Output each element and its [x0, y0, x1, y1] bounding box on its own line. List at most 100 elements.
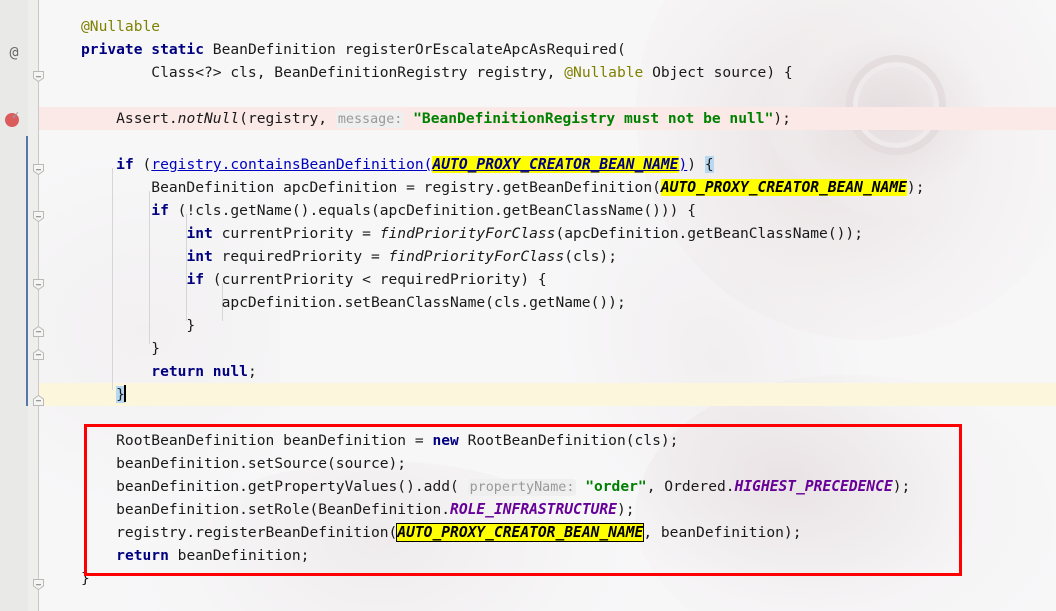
code-token: message:: [335, 111, 405, 128]
code-token: beanDefinition.getPropertyValues().add(: [81, 478, 468, 495]
code-token: );: [906, 179, 925, 196]
code-token: findPriorityForClass: [379, 225, 556, 242]
code-token: (cls);: [564, 248, 617, 265]
code-token: (currentPriority < requiredPriority) {: [204, 271, 547, 288]
code-token: , Ordered.: [646, 478, 735, 495]
fold-marker-icon[interactable]: [32, 325, 45, 338]
code-token: ROLE_INFRASTRUCTURE: [450, 501, 617, 518]
code-token: private static: [81, 41, 205, 58]
code-line[interactable]: int currentPriority = findPriorityForCla…: [0, 222, 863, 245]
code-token: ): [687, 156, 705, 173]
code-line[interactable]: RootBeanDefinition beanDefinition = new …: [0, 429, 678, 452]
code-token: return: [116, 547, 169, 564]
code-token: @Nullable: [564, 64, 644, 81]
code-block-marker: [26, 136, 28, 406]
fold-marker-icon[interactable]: [32, 70, 45, 83]
editor-surface[interactable]: @ ✓ @Nullable private static BeanDefiniti…: [0, 0, 1056, 611]
breakpoint-check-icon: ✓: [11, 109, 21, 122]
code-line[interactable]: beanDefinition.setRole(BeanDefinition.RO…: [0, 498, 635, 521]
code-token: RootBeanDefinition(cls);: [458, 432, 679, 449]
code-token: }: [81, 317, 196, 334]
code-token: beanDefinition;: [168, 547, 310, 564]
code-token: return null: [151, 363, 248, 380]
caret-line-highlight: [39, 383, 1056, 406]
code-token: );: [616, 501, 635, 518]
code-token: AUTO_PROXY_CREATOR_BEAN_NAME: [396, 523, 645, 542]
code-token: @Nullable: [81, 18, 161, 35]
code-token: BeanDefinition registerOrEscalateApcAsRe…: [204, 41, 626, 58]
code-token: (apcDefinition.getBeanClassName());: [555, 225, 863, 242]
text-caret: [123, 385, 126, 402]
code-token: BeanDefinition apcDefinition = registry.…: [81, 179, 661, 196]
fold-marker-icon[interactable]: [32, 578, 45, 591]
code-token: propertyName:: [467, 479, 577, 496]
code-line[interactable]: return null;: [0, 360, 257, 383]
code-token: beanDefinition.setSource(source);: [81, 455, 407, 472]
code-token: notNull: [177, 110, 240, 127]
code-token: (registry,: [239, 110, 336, 127]
code-line[interactable]: [0, 130, 81, 153]
code-token: registry.containsBeanDefinition(: [151, 156, 433, 173]
annotation-marker-icon[interactable]: @: [5, 43, 23, 61]
code-token: findPriorityForClass: [388, 248, 565, 265]
code-line[interactable]: if (registry.containsBeanDefinition(AUTO…: [0, 153, 714, 176]
code-line[interactable]: registry.registerBeanDefinition(AUTO_PRO…: [0, 521, 801, 544]
code-token: RootBeanDefinition beanDefinition =: [81, 432, 433, 449]
code-token: Assert.: [81, 110, 178, 127]
code-token: }: [81, 570, 90, 587]
fold-marker-icon[interactable]: [32, 348, 45, 361]
code-token: requiredPriority =: [212, 248, 389, 265]
code-line[interactable]: beanDefinition.getPropertyValues().add( …: [0, 475, 910, 498]
code-line[interactable]: [0, 406, 81, 429]
code-token: currentPriority =: [212, 225, 380, 242]
code-line[interactable]: Class<?> cls, BeanDefinitionRegistry reg…: [0, 61, 793, 84]
code-line[interactable]: if (currentPriority < requiredPriority) …: [0, 268, 547, 291]
code-token: "BeanDefinitionRegistry must not be null…: [413, 110, 774, 127]
code-token: (: [133, 156, 152, 173]
fold-marker-icon[interactable]: [32, 394, 45, 407]
fold-marker-icon[interactable]: [32, 278, 45, 291]
code-line[interactable]: }: [0, 337, 160, 360]
code-token: int: [186, 248, 213, 265]
code-token: {: [704, 156, 714, 173]
code-token: if: [116, 156, 134, 173]
fold-marker-icon[interactable]: [32, 210, 45, 223]
code-line[interactable]: [0, 84, 81, 107]
code-token: );: [892, 478, 911, 495]
fold-marker-icon[interactable]: [32, 163, 45, 176]
code-line[interactable]: return beanDefinition;: [0, 544, 309, 567]
code-line[interactable]: BeanDefinition apcDefinition = registry.…: [0, 176, 924, 199]
code-token: HIGHEST_PRECEDENCE: [734, 478, 893, 495]
code-token: );: [773, 110, 791, 127]
code-line[interactable]: private static BeanDefinition registerOr…: [0, 38, 626, 61]
code-line[interactable]: int requiredPriority = findPriorityForCl…: [0, 245, 617, 268]
code-line[interactable]: beanDefinition.setSource(source);: [0, 452, 406, 475]
code-token: registry.registerBeanDefinition(: [81, 524, 398, 541]
code-token: apcDefinition.setBeanClassName(cls.getNa…: [81, 294, 626, 311]
code-token: ;: [247, 363, 257, 380]
code-token: AUTO_PROXY_CREATOR_BEAN_NAME: [660, 179, 907, 196]
code-token: new: [432, 432, 459, 449]
code-line[interactable]: }: [0, 383, 126, 406]
code-line[interactable]: if (!cls.getName().equals(apcDefinition.…: [0, 199, 696, 222]
breakpoint-verified-icon[interactable]: ✓: [5, 109, 21, 128]
code-token: if: [186, 271, 205, 288]
code-line[interactable]: }: [0, 314, 195, 337]
code-line[interactable]: @Nullable: [0, 15, 160, 38]
code-line[interactable]: apcDefinition.setBeanClassName(cls.getNa…: [0, 291, 626, 314]
code-line[interactable]: Assert.notNull(registry, message: "BeanD…: [0, 107, 791, 130]
code-token: int: [186, 225, 213, 242]
code-token: if: [151, 202, 169, 219]
code-token: Object source) {: [643, 64, 793, 81]
code-token: Class<?> cls, BeanDefinitionRegistry reg…: [81, 64, 565, 81]
